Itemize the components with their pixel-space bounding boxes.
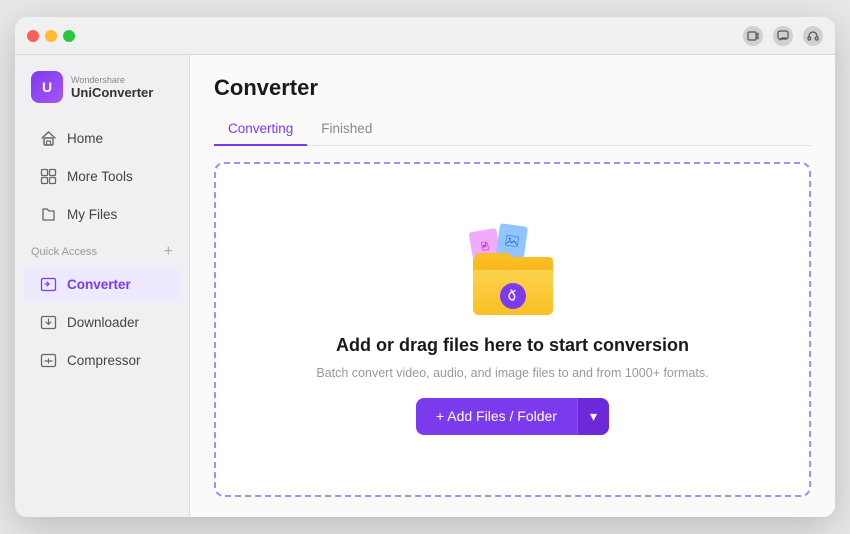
page-title: Converter (214, 75, 811, 101)
converter-icon (39, 275, 57, 293)
sidebar-item-converter[interactable]: Converter (23, 266, 181, 302)
maximize-button[interactable] (63, 30, 75, 42)
title-bar-icons (743, 26, 823, 46)
close-button[interactable] (27, 30, 39, 42)
drop-zone-subtitle: Batch convert video, audio, and image fi… (316, 366, 708, 380)
quick-access-header: Quick Access + (15, 233, 189, 265)
add-files-button[interactable]: + Add Files / Folder (416, 398, 577, 435)
sidebar-item-my-files-label: My Files (67, 207, 117, 222)
drop-zone[interactable]: Add or drag files here to start conversi… (214, 162, 811, 497)
sidebar: U Wondershare UniConverter Home (15, 55, 190, 517)
tabs: Converting Finished (214, 115, 811, 146)
add-files-dropdown-arrow[interactable]: ▾ (577, 398, 609, 435)
quick-access-label: Quick Access (31, 246, 97, 258)
tab-converting[interactable]: Converting (214, 115, 307, 146)
app-logo: U (31, 71, 63, 103)
tools-icon (39, 167, 57, 185)
logo-area: U Wondershare UniConverter (15, 67, 189, 119)
video-icon[interactable] (743, 26, 763, 46)
sidebar-item-home[interactable]: Home (23, 120, 181, 156)
sidebar-item-converter-label: Converter (67, 277, 131, 292)
sidebar-item-downloader[interactable]: Downloader (23, 304, 181, 340)
sidebar-item-home-label: Home (67, 131, 103, 146)
drop-illustration (463, 225, 563, 315)
tab-finished[interactable]: Finished (307, 115, 386, 146)
logo-brand: Wondershare (71, 75, 153, 85)
quick-access-add-button[interactable]: + (164, 243, 173, 261)
sidebar-item-downloader-label: Downloader (67, 315, 139, 330)
downloader-icon (39, 313, 57, 331)
sidebar-item-my-files[interactable]: My Files (23, 196, 181, 232)
sidebar-item-compressor[interactable]: Compressor (23, 342, 181, 378)
content-area: Converter Converting Finished (190, 55, 835, 517)
logo-name: UniConverter (71, 85, 153, 100)
title-bar (15, 17, 835, 55)
add-files-button-group: + Add Files / Folder ▾ (416, 398, 609, 435)
drop-zone-title: Add or drag files here to start conversi… (336, 335, 689, 356)
files-icon (39, 205, 57, 223)
refresh-icon (500, 283, 526, 309)
sidebar-item-more-tools-label: More Tools (67, 169, 133, 184)
headphone-icon[interactable] (803, 26, 823, 46)
home-icon (39, 129, 57, 147)
logo-text: Wondershare UniConverter (71, 75, 153, 100)
traffic-lights (27, 30, 75, 42)
sidebar-item-compressor-label: Compressor (67, 353, 141, 368)
sidebar-item-more-tools[interactable]: More Tools (23, 158, 181, 194)
minimize-button[interactable] (45, 30, 57, 42)
main-content: U Wondershare UniConverter Home (15, 55, 835, 517)
app-window: U Wondershare UniConverter Home (15, 17, 835, 517)
chat-icon[interactable] (773, 26, 793, 46)
compressor-icon (39, 351, 57, 369)
